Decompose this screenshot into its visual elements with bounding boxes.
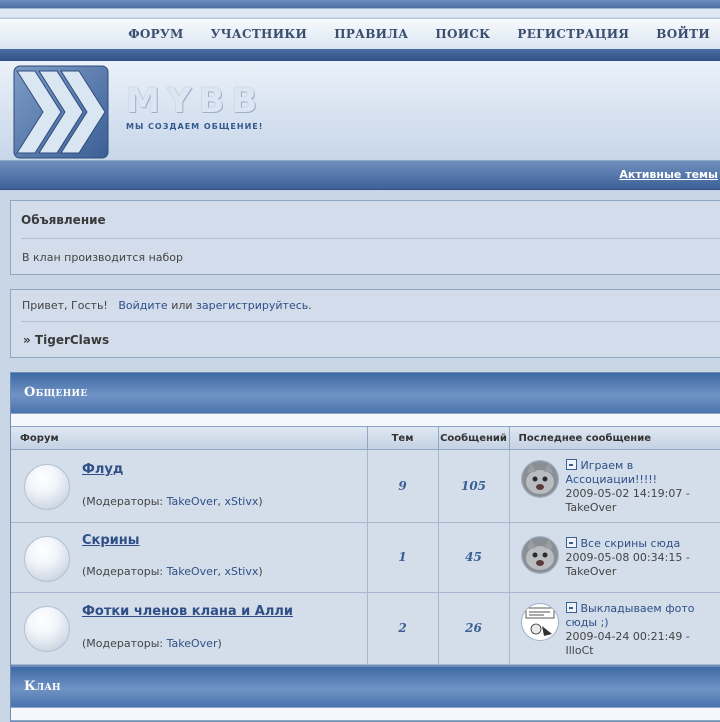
last-post-author[interactable]: IlloCt bbox=[566, 644, 594, 657]
or-text: или bbox=[171, 299, 192, 312]
col-last-post: Последнее сообщение bbox=[509, 427, 720, 450]
forum-moderators: (Модераторы: TakeOver, xStivx) bbox=[82, 565, 263, 578]
posts-cell: 105 bbox=[438, 450, 509, 523]
login-link[interactable]: Войдите bbox=[118, 299, 167, 312]
last-post-title-link[interactable]: Выкладываем фото сюды ;) bbox=[566, 602, 695, 629]
col-topics: Тем bbox=[367, 427, 438, 450]
post-icon bbox=[566, 537, 577, 548]
posts-count: 45 bbox=[439, 550, 509, 564]
topics-count: 1 bbox=[368, 550, 438, 564]
forum-cell: Фотки членов клана и Алли (Модераторы: T… bbox=[11, 593, 367, 665]
top-strip bbox=[0, 0, 720, 8]
active-topics-bar: Активные темы bbox=[0, 161, 720, 190]
last-post-title-link[interactable]: Все скрины сюда bbox=[581, 537, 681, 550]
post-icon bbox=[566, 459, 577, 470]
moderator-link[interactable]: TakeOver bbox=[167, 495, 218, 508]
posts-cell: 26 bbox=[438, 593, 509, 665]
divider bbox=[21, 321, 720, 322]
category-communication: Общение Форум Тем Сообщений Последнее со… bbox=[10, 372, 720, 666]
cat-avatar[interactable] bbox=[521, 460, 559, 498]
last-post-date: 2009-04-24 00:21:49 - bbox=[566, 630, 690, 643]
cat-avatar[interactable] bbox=[521, 536, 559, 574]
mybb-logo-icon[interactable] bbox=[13, 65, 109, 159]
top-strip-light bbox=[0, 8, 720, 17]
last-post-author[interactable]: TakeOver bbox=[566, 565, 617, 578]
logo-text: MYBB bbox=[126, 81, 264, 121]
mods-prefix: (Модераторы: bbox=[82, 565, 163, 578]
moderator-link[interactable]: xStivx bbox=[224, 565, 258, 578]
forum-name-link[interactable]: Фотки членов клана и Алли bbox=[82, 604, 293, 619]
last-post-info: Играем в Ассоциации!!!!! 2009-05-02 14:1… bbox=[566, 459, 720, 515]
greeting-text: Привет, Гость! bbox=[22, 299, 108, 312]
table-header-row: Форум Тем Сообщений Последнее сообщение bbox=[11, 427, 720, 450]
last-post-cell: Играем в Ассоциации!!!!! 2009-05-02 14:1… bbox=[509, 450, 720, 523]
register-link[interactable]: зарегистрируйтесь bbox=[196, 299, 308, 312]
nav-members[interactable]: УЧАСТНИКИ bbox=[211, 27, 308, 41]
nav-login[interactable]: ВОЙТИ bbox=[656, 27, 710, 41]
nav-register[interactable]: РЕГИСТРАЦИЯ bbox=[517, 27, 629, 41]
table-row: Фотки членов клана и Алли (Модераторы: T… bbox=[11, 593, 720, 665]
forum-status-icon bbox=[24, 464, 70, 510]
last-post-cell: Все скрины сюда 2009-05-08 00:34:15 - Ta… bbox=[509, 523, 720, 593]
comic-avatar[interactable] bbox=[521, 603, 559, 641]
category-header[interactable]: Клан bbox=[11, 667, 720, 707]
period-text: . bbox=[308, 299, 312, 312]
site-header: MYBB bbox=[0, 61, 720, 161]
moderator-link[interactable]: xStivx bbox=[224, 495, 258, 508]
forum-status-icon bbox=[24, 606, 70, 652]
table-row: Флуд (Модераторы: TakeOver, xStivx) 9 10… bbox=[11, 450, 720, 523]
last-post-title-link[interactable]: Играем в Ассоциации!!!!! bbox=[566, 459, 658, 486]
divider bbox=[21, 238, 720, 239]
forum-table: Форум Тем Сообщений Последнее сообщение … bbox=[11, 427, 720, 665]
table-row: Скрины (Модераторы: TakeOver, xStivx) 1 … bbox=[11, 523, 720, 593]
forum-name-link[interactable]: Скрины bbox=[82, 533, 140, 548]
forum-status-icon bbox=[24, 536, 70, 582]
announcement-text: В клан производится набор bbox=[22, 251, 183, 264]
last-post-cell: Выкладываем фото сюды ;) 2009-04-24 00:2… bbox=[509, 593, 720, 665]
category-clan: Клан bbox=[10, 666, 720, 722]
category-title: Общение bbox=[24, 385, 87, 400]
active-topics-link[interactable]: Активные темы bbox=[619, 168, 718, 181]
posts-count: 105 bbox=[439, 479, 509, 493]
topics-count: 9 bbox=[368, 479, 438, 493]
forum-moderators: (Модераторы: TakeOver, xStivx) bbox=[82, 495, 263, 508]
category-header[interactable]: Общение bbox=[11, 373, 720, 413]
forum-cell: Флуд (Модераторы: TakeOver, xStivx) bbox=[11, 450, 367, 523]
moderator-link[interactable]: TakeOver bbox=[167, 565, 218, 578]
main-navigation: ФОРУМ УЧАСТНИКИ ПРАВИЛА ПОИСК РЕГИСТРАЦИ… bbox=[0, 18, 720, 50]
col-forum: Форум bbox=[11, 427, 367, 450]
last-post-date: 2009-05-08 00:34:15 - bbox=[566, 551, 690, 564]
welcome-box: Привет, Гость! Войдите или зарегистрируй… bbox=[10, 289, 720, 358]
forum-name-link[interactable]: Флуд bbox=[82, 462, 123, 477]
mods-prefix: (Модераторы: bbox=[82, 495, 163, 508]
category-gap bbox=[11, 707, 720, 721]
last-post-info: Выкладываем фото сюды ;) 2009-04-24 00:2… bbox=[566, 602, 720, 658]
announcement-box: Объявление В клан производится набор bbox=[10, 200, 720, 275]
last-post-date: 2009-05-02 14:19:07 - bbox=[566, 487, 690, 500]
guest-greeting: Привет, Гость! Войдите или зарегистрируй… bbox=[22, 299, 312, 312]
topics-cell: 9 bbox=[367, 450, 438, 523]
nav-forum[interactable]: ФОРУМ bbox=[128, 27, 183, 41]
last-post-info: Все скрины сюда 2009-05-08 00:34:15 - Ta… bbox=[566, 537, 720, 579]
forum-cell: Скрины (Модераторы: TakeOver, xStivx) bbox=[11, 523, 367, 593]
mods-prefix: (Модераторы: bbox=[82, 637, 163, 650]
last-post-author[interactable]: TakeOver bbox=[566, 501, 617, 514]
breadcrumb[interactable]: » TigerClaws bbox=[23, 333, 109, 347]
posts-count: 26 bbox=[439, 621, 509, 635]
posts-cell: 45 bbox=[438, 523, 509, 593]
category-title: Клан bbox=[24, 679, 61, 694]
nav-underline bbox=[0, 49, 720, 61]
announcement-title: Объявление bbox=[21, 213, 106, 227]
logo-slogan: МЫ СОЗДАЕМ ОБЩЕНИЕ! bbox=[126, 122, 263, 131]
topics-count: 2 bbox=[368, 621, 438, 635]
col-posts: Сообщений bbox=[438, 427, 509, 450]
post-icon bbox=[566, 602, 577, 613]
topics-cell: 2 bbox=[367, 593, 438, 665]
forum-moderators: (Модераторы: TakeOver) bbox=[82, 637, 222, 650]
moderator-link[interactable]: TakeOver bbox=[167, 637, 218, 650]
nav-search[interactable]: ПОИСК bbox=[435, 27, 490, 41]
nav-rules[interactable]: ПРАВИЛА bbox=[334, 27, 408, 41]
category-gap bbox=[11, 413, 720, 427]
topics-cell: 1 bbox=[367, 523, 438, 593]
